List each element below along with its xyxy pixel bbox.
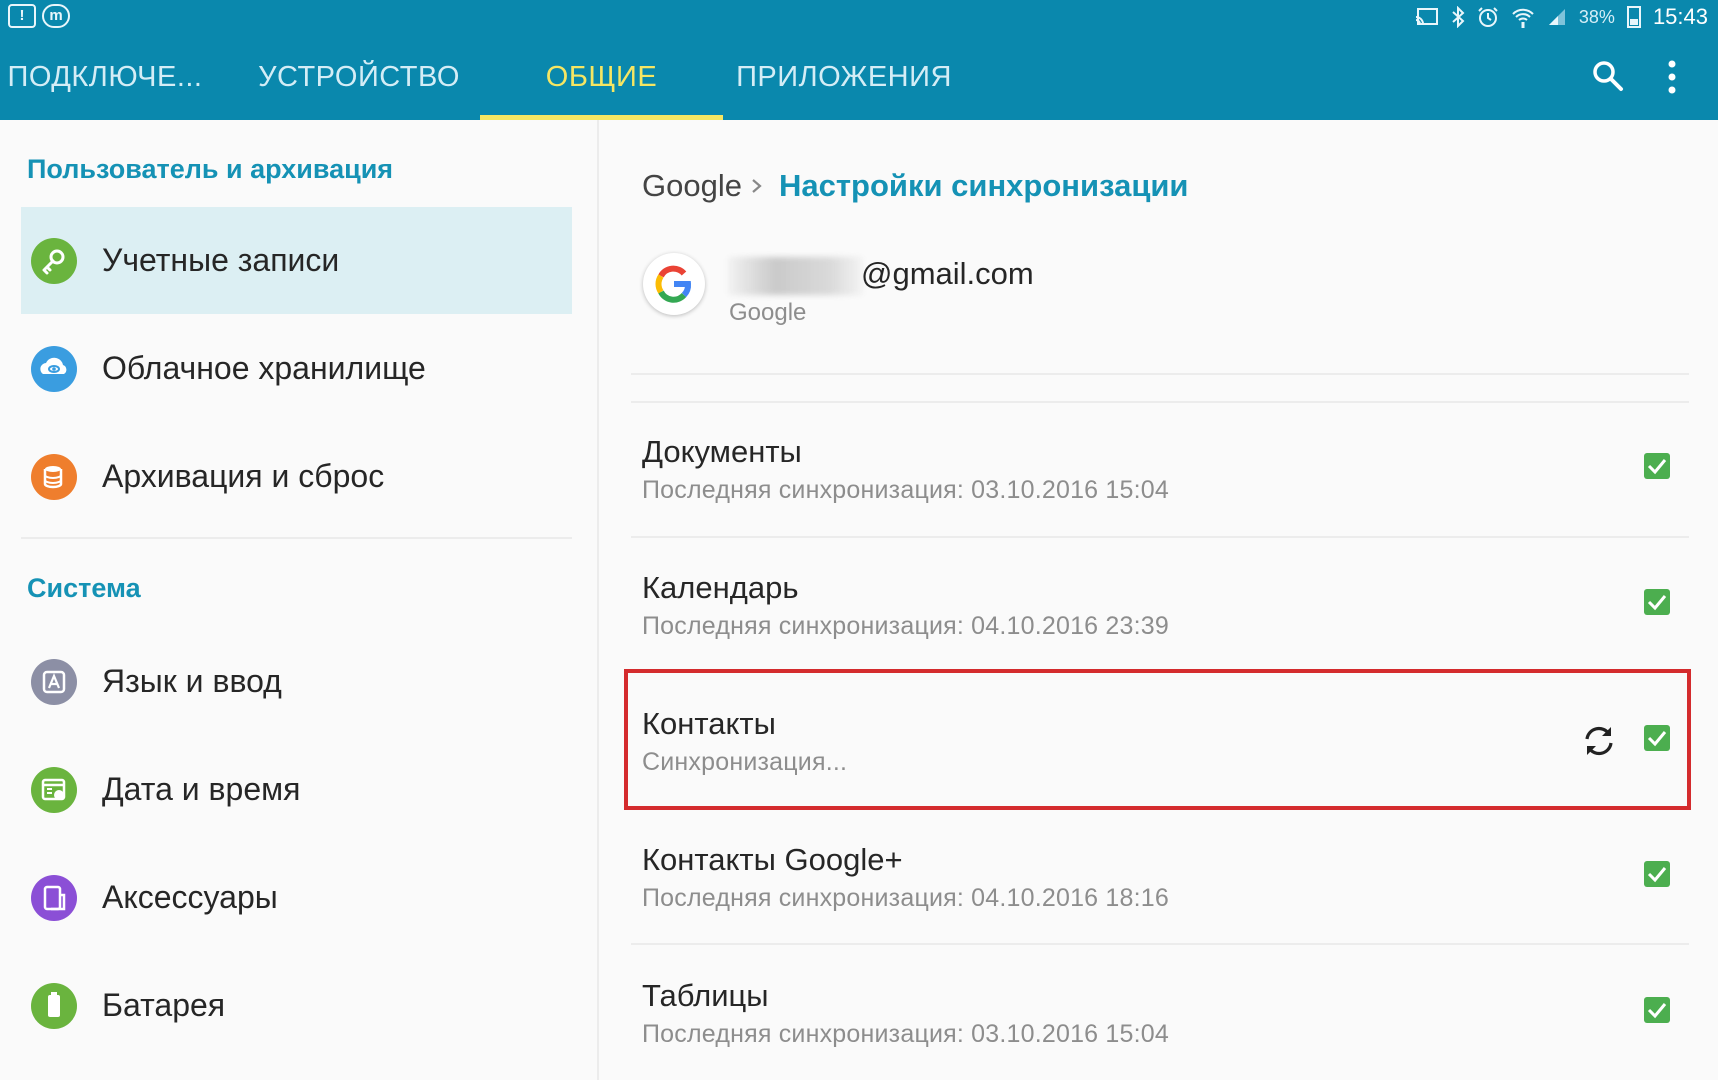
sidebar-item-accessories[interactable]: Аксессуары (21, 844, 572, 951)
sync-item-contacts[interactable]: Контакты Синхронизация... (631, 678, 1689, 808)
sidebar-item-accounts[interactable]: Учетные записи (21, 207, 572, 314)
sidebar-item-language-input[interactable]: Язык и ввод (21, 628, 572, 735)
sync-item-status: Последняя синхронизация: 04.10.2016 23:3… (642, 612, 1169, 640)
tab-connections[interactable]: ПОДКЛЮЧЕ... (0, 34, 210, 120)
section-divider (21, 537, 572, 539)
sidebar-item-label: Аксессуары (102, 879, 278, 915)
sync-item-title: Контакты Google+ (642, 842, 903, 877)
sidebar-item-label: Архивация и сброс (102, 458, 385, 494)
messenger-icon: m (42, 4, 70, 28)
battery-icon (31, 983, 77, 1029)
account-email: @gmail.com (861, 256, 1034, 291)
accessory-icon (31, 875, 77, 921)
tab-applications[interactable]: ПРИЛОЖЕНИЯ (730, 34, 958, 120)
sync-item-title: Таблицы (642, 978, 769, 1013)
sidebar-item-label: Дата и время (102, 771, 301, 807)
sync-checkbox[interactable] (1644, 453, 1670, 479)
redacted-username (728, 257, 863, 295)
cloud-icon (31, 346, 77, 392)
search-icon[interactable] (1590, 58, 1626, 94)
key-icon (31, 238, 77, 284)
breadcrumb-root[interactable]: Google (642, 168, 742, 204)
more-vert-icon[interactable] (1662, 58, 1682, 96)
signal-icon (1548, 9, 1565, 25)
backup-icon (31, 454, 77, 500)
sync-item-calendar[interactable]: Календарь Последняя синхронизация: 04.10… (631, 542, 1689, 672)
sidebar-item-date-time[interactable]: Дата и время (21, 736, 572, 843)
breadcrumb-current: Настройки синхронизации (779, 168, 1189, 203)
sync-checkbox[interactable] (1644, 725, 1670, 751)
language-icon (31, 659, 77, 705)
battery-icon (1626, 6, 1641, 28)
calendar-icon (31, 767, 77, 813)
chevron-right-icon (752, 179, 762, 193)
sidebar-item-label: Учетные записи (102, 242, 340, 278)
sync-item-status: Синхронизация... (642, 748, 848, 776)
sync-item-sheets[interactable]: Таблицы Последняя синхронизация: 03.10.2… (631, 950, 1689, 1080)
cast-icon (1415, 8, 1438, 25)
sync-checkbox[interactable] (1644, 997, 1670, 1023)
account-type: Google (729, 299, 807, 326)
wifi-icon (1512, 8, 1534, 28)
sync-checkbox[interactable] (1644, 589, 1670, 615)
sidebar-item-cloud[interactable]: Облачное хранилище (21, 315, 572, 422)
sync-item-documents[interactable]: Документы Последняя синхронизация: 03.10… (631, 406, 1689, 536)
sync-checkbox[interactable] (1644, 861, 1670, 887)
alert-icon: ! (8, 4, 36, 28)
sync-item-title: Календарь (642, 570, 799, 605)
settings-sidebar: Пользователь и архивация Учетные записи … (0, 120, 597, 1080)
sidebar-item-label: Батарея (102, 987, 226, 1023)
divider (631, 373, 1689, 375)
sidebar-item-label: Язык и ввод (102, 663, 282, 699)
panel-divider (597, 120, 599, 1080)
sync-item-status: Последняя синхронизация: 03.10.2016 15:0… (642, 476, 1169, 504)
status-bar: ! m 38% 15:43 (0, 0, 1718, 34)
sync-item-status: Последняя синхронизация: 04.10.2016 18:1… (642, 884, 1169, 912)
tab-device[interactable]: УСТРОЙСТВО (250, 34, 468, 120)
divider (631, 536, 1689, 538)
divider (631, 401, 1689, 403)
sync-icon (1585, 726, 1613, 756)
sync-item-status: Последняя синхронизация: 03.10.2016 15:0… (642, 1020, 1169, 1048)
sidebar-item-label: Облачное хранилище (102, 350, 426, 386)
sync-item-title: Контакты (642, 706, 776, 741)
google-logo (643, 253, 705, 315)
battery-percent: 38% (1578, 6, 1615, 27)
sync-item-title: Документы (642, 434, 802, 469)
sidebar-item-battery[interactable]: Батарея (21, 952, 572, 1059)
alarm-icon (1478, 7, 1498, 27)
tab-bar: ПОДКЛЮЧЕ... УСТРОЙСТВО ОБЩИЕ ПРИЛОЖЕНИЯ (0, 34, 1718, 120)
section-title-system: Система (27, 573, 141, 603)
section-title-user-backup: Пользователь и архивация (27, 154, 394, 184)
sidebar-item-backup-reset[interactable]: Архивация и сброс (21, 423, 572, 530)
clock: 15:43 (1652, 4, 1708, 29)
bluetooth-icon (1452, 6, 1465, 28)
divider (631, 943, 1689, 945)
sync-item-contacts-google-plus[interactable]: Контакты Google+ Последняя синхронизация… (631, 814, 1689, 944)
tab-general[interactable]: ОБЩИЕ (480, 34, 723, 120)
